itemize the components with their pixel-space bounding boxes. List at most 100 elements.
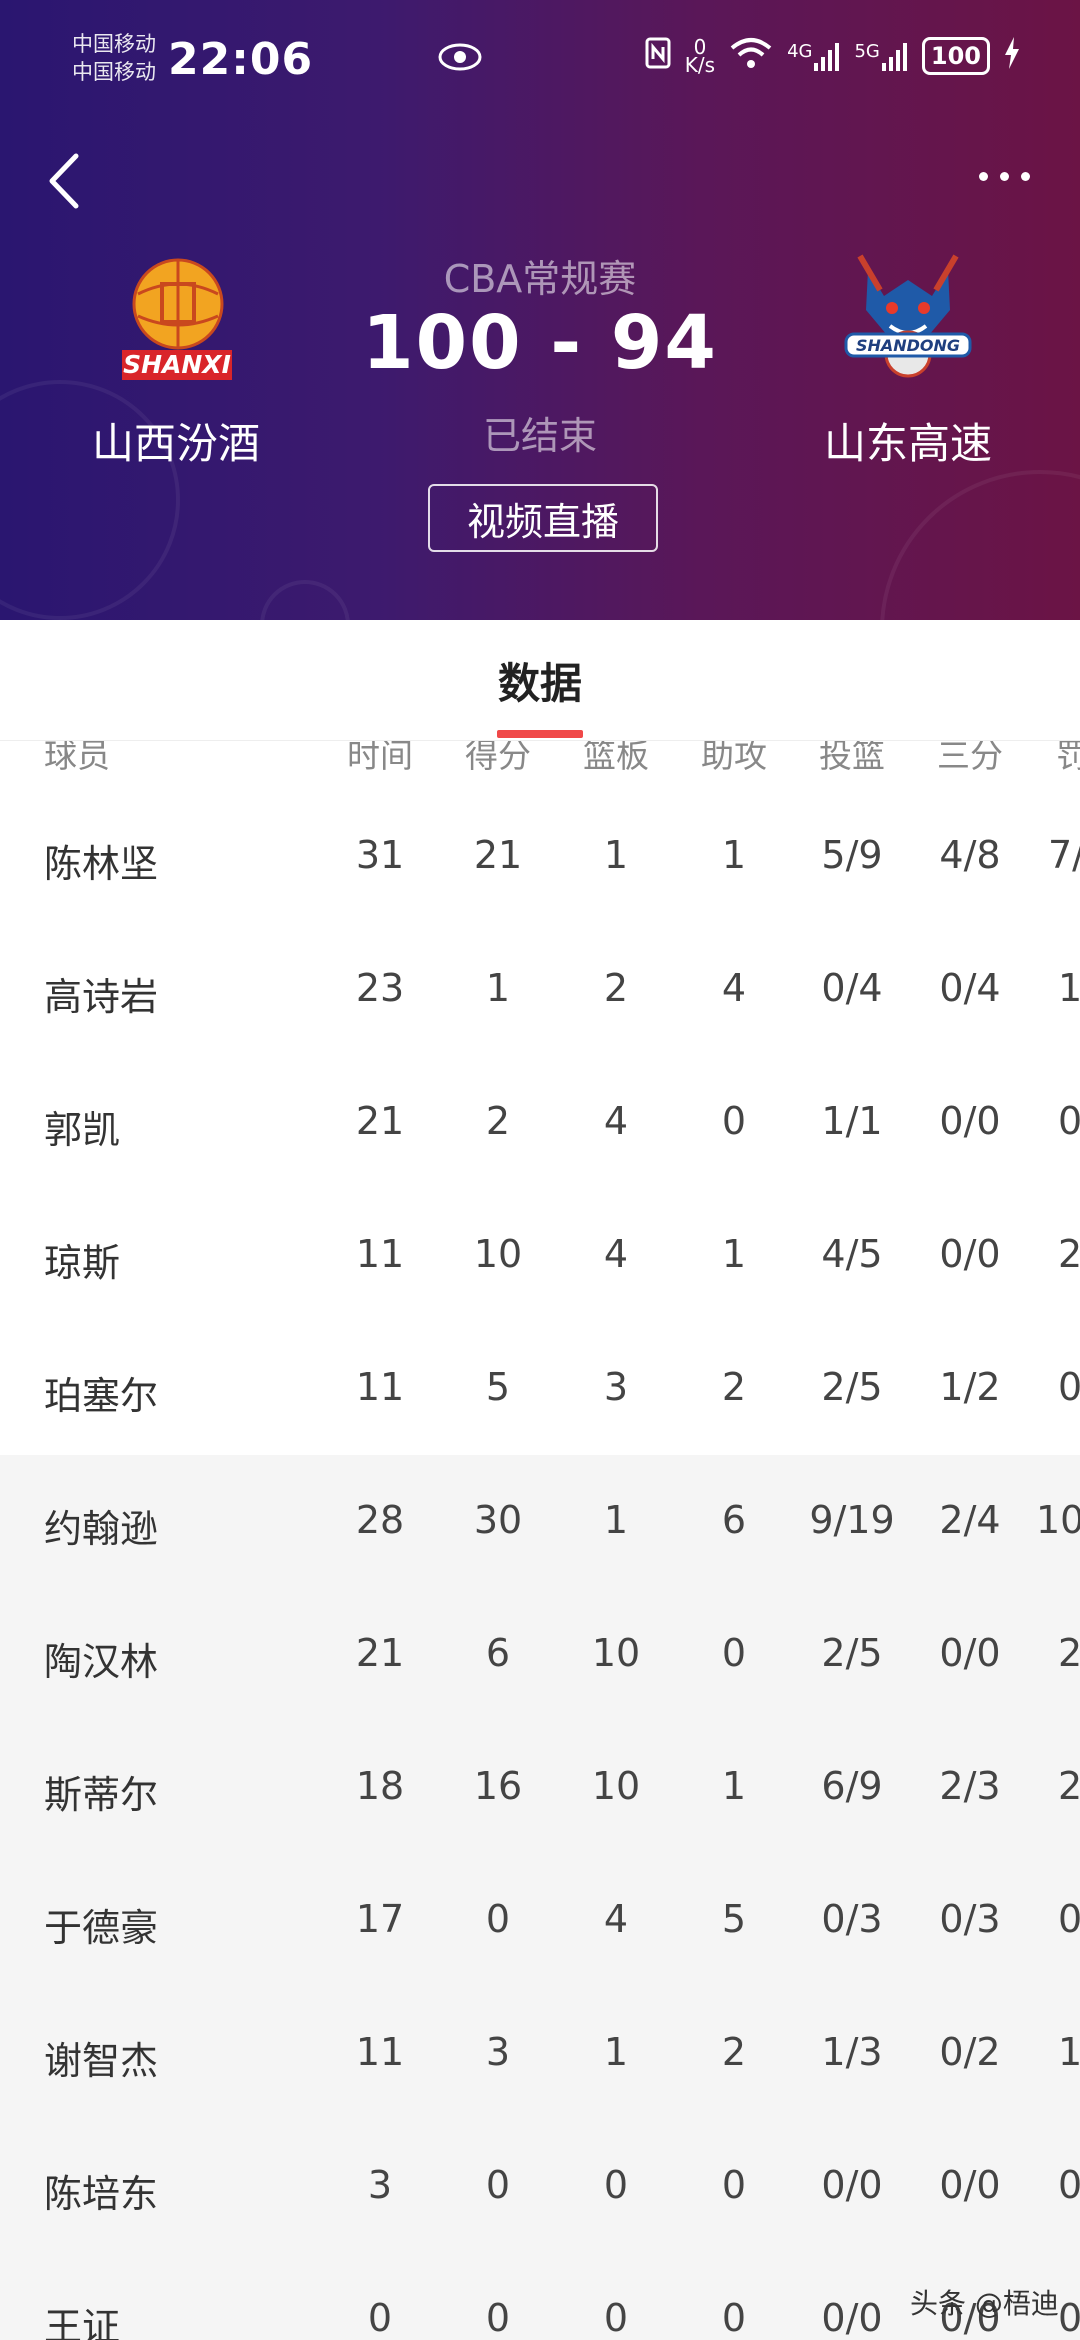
signal-4g-icon: 4G — [787, 41, 840, 71]
home-team-name[interactable]: 山西汾酒 — [26, 410, 326, 471]
signal-5g-icon: 5G — [854, 41, 907, 71]
score: 100 - 94 — [362, 300, 718, 386]
decor-circle — [260, 580, 350, 620]
stat-rebounds: 1 — [603, 2030, 629, 2074]
table-row[interactable]: 珀塞尔 11 5 3 2 2/5 1/2 0 — [0, 1322, 1080, 1455]
carrier-label: 中国移动 中国移动 — [72, 30, 156, 86]
stat-rebounds: 10 — [591, 1631, 641, 1675]
stat-3pt: 0/3 — [939, 1897, 1001, 1941]
carrier-2: 中国移动 — [72, 60, 156, 84]
player-name: 谢智杰 — [44, 2039, 159, 2083]
header-rebounds: 篮板 — [583, 740, 649, 770]
stat-ft: 7/ — [1048, 833, 1080, 877]
table-row[interactable]: 郭凯 21 2 4 0 1/1 0/0 0 — [0, 1056, 1080, 1189]
table-row[interactable]: 于德豪 17 0 4 5 0/3 0/3 0 — [0, 1854, 1080, 1987]
more-options-button[interactable] — [968, 160, 1040, 192]
league-label: CBA常规赛 — [443, 257, 637, 301]
decor-circle — [880, 470, 1080, 620]
wifi-icon — [729, 36, 773, 75]
stat-rebounds: 3 — [603, 1365, 629, 1409]
player-name: 陈林坚 — [44, 842, 159, 886]
stat-points: 21 — [473, 833, 523, 877]
stat-fg: 0/3 — [821, 1897, 883, 1941]
stat-minutes: 28 — [355, 1498, 405, 1542]
stat-ft: 2 — [1058, 1631, 1080, 1675]
stat-minutes: 21 — [355, 1631, 405, 1675]
stat-fg: 6/9 — [821, 1764, 883, 1808]
net-speed: 0 K/s — [685, 37, 715, 75]
player-name: 琼斯 — [44, 1241, 121, 1285]
table-row[interactable]: 陈林坚 31 21 1 1 5/9 4/8 7/ — [0, 790, 1080, 923]
stat-minutes: 11 — [355, 1365, 405, 1409]
player-name: 于德豪 — [44, 1906, 159, 1950]
stat-3pt: 4/8 — [939, 833, 1001, 877]
stat-3pt: 0/0 — [939, 2163, 1001, 2207]
table-row[interactable]: 高诗岩 23 1 2 4 0/4 0/4 1 — [0, 923, 1080, 1056]
table-row[interactable]: 琼斯 11 10 4 1 4/5 0/0 2 — [0, 1189, 1080, 1322]
charging-icon — [1004, 37, 1020, 74]
stat-3pt: 0/0 — [939, 1232, 1001, 1276]
stat-points: 0 — [485, 2163, 511, 2207]
stat-points: 2 — [485, 1099, 511, 1143]
stat-assists: 0 — [721, 1099, 747, 1143]
stat-assists: 2 — [721, 2030, 747, 2074]
stat-rebounds: 0 — [603, 2163, 629, 2207]
header-fg: 投篮 — [819, 740, 885, 770]
tab-indicator — [497, 730, 583, 738]
stat-minutes: 0 — [367, 2296, 393, 2340]
stat-3pt: 0/4 — [939, 966, 1001, 1010]
away-team-name[interactable]: 山东高速 — [758, 410, 1058, 471]
player-name: 高诗岩 — [44, 975, 159, 1019]
stat-points: 0 — [485, 1897, 511, 1941]
tab-data[interactable]: 数据 — [440, 650, 640, 711]
stat-ft: 0 — [1058, 2296, 1080, 2340]
stat-fg: 1/3 — [821, 2030, 883, 2074]
stat-minutes: 23 — [355, 966, 405, 1010]
stat-3pt: 0/0 — [939, 1631, 1001, 1675]
table-row[interactable]: 谢智杰 11 3 1 2 1/3 0/2 1 — [0, 1987, 1080, 2120]
stat-ft: 2 — [1058, 1232, 1080, 1276]
net-1-label: 4G — [787, 40, 813, 62]
stat-points: 6 — [485, 1631, 511, 1675]
watermark: 头条 @梧迪 — [910, 2287, 1059, 2320]
stat-assists: 0 — [721, 1631, 747, 1675]
stat-3pt: 0/2 — [939, 2030, 1001, 2074]
back-button[interactable] — [40, 148, 90, 214]
header-points: 得分 — [465, 740, 531, 770]
stat-points: 30 — [473, 1498, 523, 1542]
stat-points: 16 — [473, 1764, 523, 1808]
stat-3pt: 2/3 — [939, 1764, 1001, 1808]
stat-3pt: 2/4 — [939, 1498, 1001, 1542]
player-name: 王证 — [44, 2305, 121, 2340]
stat-assists: 1 — [721, 1232, 747, 1276]
stat-minutes: 3 — [367, 2163, 393, 2207]
home-team-logo[interactable]: SHANXI — [118, 254, 234, 384]
header-player: 球员 — [44, 740, 110, 770]
table-row[interactable]: 约翰逊 28 30 1 6 9/19 2/4 10 — [0, 1455, 1080, 1588]
video-live-button[interactable]: 视频直播 — [428, 484, 658, 552]
stat-rebounds: 2 — [603, 966, 629, 1010]
away-team-logo[interactable]: SHANDONG — [840, 250, 976, 390]
stat-minutes: 18 — [355, 1764, 405, 1808]
battery-icon: 100 — [921, 36, 990, 75]
player-name: 郭凯 — [44, 1108, 121, 1152]
tab-bar: 数据 — [0, 620, 1080, 740]
stat-points: 0 — [485, 2296, 511, 2340]
stat-ft: 1 — [1058, 966, 1080, 1010]
nfc-icon — [645, 37, 671, 74]
status-icons: 0 K/s 4G 5G 100 — [645, 36, 1020, 75]
table-row[interactable]: 陈培东 3 0 0 0 0/0 0/0 0 — [0, 2120, 1080, 2253]
stat-points: 10 — [473, 1232, 523, 1276]
stat-ft: 0 — [1058, 1897, 1080, 1941]
player-name: 斯蒂尔 — [44, 1773, 159, 1817]
table-row[interactable]: 斯蒂尔 18 16 10 1 6/9 2/3 2 — [0, 1721, 1080, 1854]
stat-fg: 0/0 — [821, 2163, 883, 2207]
away-logo-text: SHANDONG — [856, 336, 960, 355]
stat-fg: 0/0 — [821, 2296, 883, 2340]
status-bar: 中国移动 中国移动 22:06 0 K/s 4G 5G 100 — [0, 0, 1080, 120]
stat-assists: 1 — [721, 833, 747, 877]
table-row[interactable]: 陶汉林 21 6 10 0 2/5 0/0 2 — [0, 1588, 1080, 1721]
header-3pt: 三分 — [937, 740, 1003, 770]
stat-ft: 2 — [1058, 1764, 1080, 1808]
stat-assists: 5 — [721, 1897, 747, 1941]
